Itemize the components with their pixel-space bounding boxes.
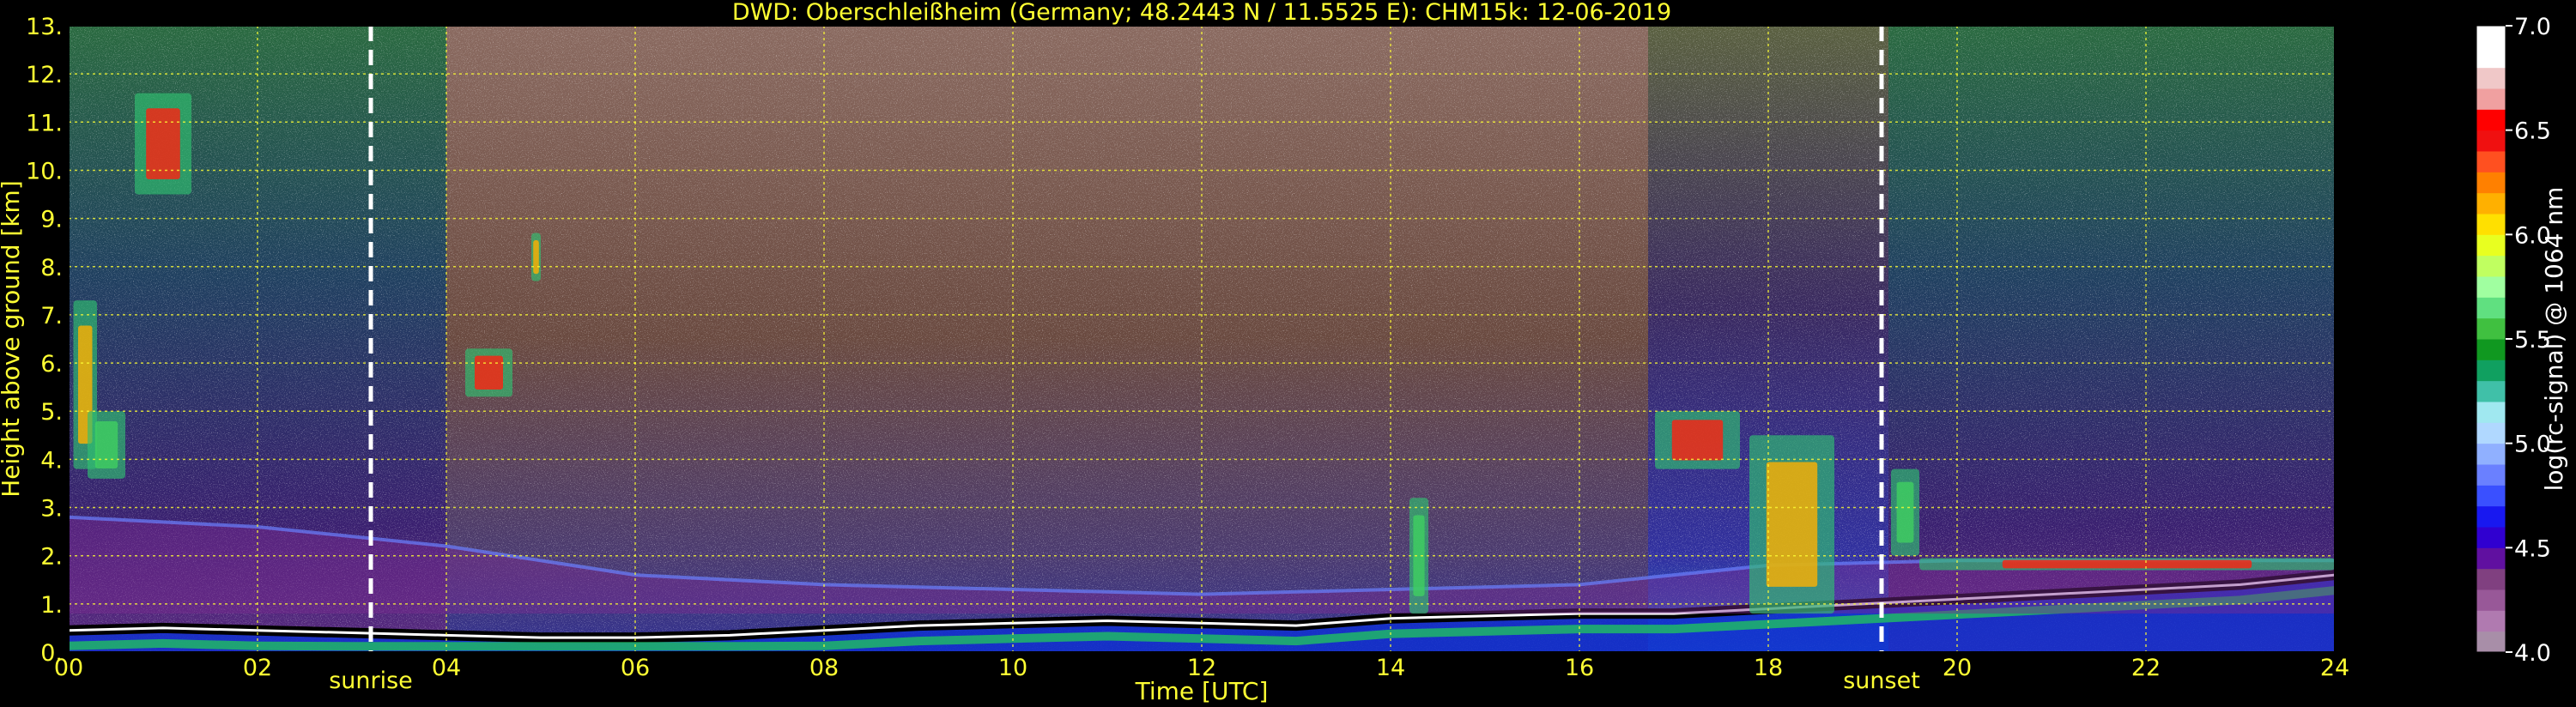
y-axis-label: Height above ground [km] (0, 180, 25, 498)
cloud-feature-core (146, 108, 180, 179)
colorbar-segment (2476, 422, 2506, 444)
sunrise-label: sunrise (329, 668, 413, 694)
y-tick-label: 5. (40, 399, 63, 426)
x-tick-label: 04 (432, 655, 461, 681)
colorbar-segment (2476, 46, 2506, 69)
colorbar-segment (2476, 151, 2506, 172)
y-axis-ticks: 0. 1. 2. 3. 4. 5. 6. 7. 8. 9. 10. 11. 12. 13. (26, 14, 63, 667)
colorbar-segment (2476, 589, 2506, 611)
colorbar-segment (2476, 527, 2506, 548)
colorbar-label: log(rc-signal) @ 1064 nm (2540, 187, 2568, 492)
x-tick-label: 06 (621, 655, 650, 681)
y-tick-label: 11. (26, 110, 63, 136)
y-tick-label: 9. (40, 207, 63, 233)
y-tick-label: 10. (26, 158, 63, 184)
x-tick-label: 22 (2131, 655, 2161, 681)
x-tick-label: 12 (1187, 655, 1216, 681)
cloud-feature-core (1766, 462, 1818, 587)
x-tick-label: 20 (1943, 655, 1972, 681)
cloud-feature-core (533, 239, 539, 275)
cloud-feature-core (2002, 559, 2252, 569)
y-tick-label: 8. (40, 255, 63, 281)
cloud-feature-core (1671, 420, 1724, 461)
x-tick-label: 18 (1754, 655, 1783, 681)
colorbar-segment (2476, 464, 2506, 486)
colorbar-segment (2476, 631, 2506, 653)
colorbar-segment (2476, 443, 2506, 465)
colorbar-segment (2476, 297, 2506, 319)
colorbar-segment (2476, 402, 2506, 423)
x-tick-label: 08 (809, 655, 839, 681)
x-tick-label: 10 (998, 655, 1027, 681)
y-tick-label: 4. (40, 447, 63, 474)
y-tick-label: 6. (40, 351, 63, 378)
colorbar-segment (2476, 192, 2506, 215)
colorbar-segment (2476, 276, 2506, 298)
y-tick-label: 3. (40, 496, 63, 523)
colorbar-segment (2476, 26, 2506, 47)
x-tick-label: 02 (243, 655, 272, 681)
colorbar-segment (2476, 172, 2506, 194)
x-tick-label: 16 (1565, 655, 1594, 681)
colorbar-segment (2476, 130, 2506, 152)
y-tick-label: 1. (40, 592, 63, 619)
cloud-feature-core (475, 355, 503, 390)
y-tick-label: 2. (40, 544, 63, 571)
cloud-feature-core (94, 421, 118, 469)
y-tick-label: 12. (26, 62, 63, 88)
colorbar-tick-label: 4.0 (2514, 640, 2551, 667)
colorbar-segment (2476, 214, 2506, 235)
colorbar-segment (2476, 88, 2506, 110)
colorbar-segment (2476, 547, 2506, 570)
colorbar-segment (2476, 568, 2506, 590)
x-tick-label: 24 (2320, 655, 2349, 681)
colorbar-segment (2476, 505, 2506, 528)
colorbar-segment (2476, 255, 2506, 277)
colorbar-segment (2476, 610, 2506, 632)
colorbar-segment (2476, 485, 2506, 507)
ceilometer-chart: sunrise sunset DWD: Oberschleißheim (Germ… (0, 0, 2568, 705)
colorbar-segment (2476, 360, 2506, 382)
colorbar-segment (2476, 317, 2506, 340)
colorbar-tick-label: 6.5 (2514, 118, 2551, 145)
y-tick-label: 7. (40, 303, 63, 329)
colorbar-tick-label: 4.5 (2514, 535, 2551, 562)
chart-title: DWD: Oberschleißheim (Germany; 48.2443 N… (732, 0, 1671, 26)
y-tick-label: 0. (40, 640, 63, 667)
sunset-label: sunset (1843, 668, 1920, 694)
colorbar-segment (2476, 380, 2506, 402)
y-tick-label: 13. (26, 14, 63, 40)
colorbar-segment (2476, 339, 2506, 360)
colorbar-segment (2476, 109, 2506, 131)
x-tick-label: 14 (1376, 655, 1405, 681)
colorbar-segment (2476, 67, 2506, 89)
cloud-feature-core (1896, 481, 1914, 543)
colorbar-segment (2476, 234, 2506, 257)
colorbar-tick-label: 7.0 (2514, 14, 2551, 40)
